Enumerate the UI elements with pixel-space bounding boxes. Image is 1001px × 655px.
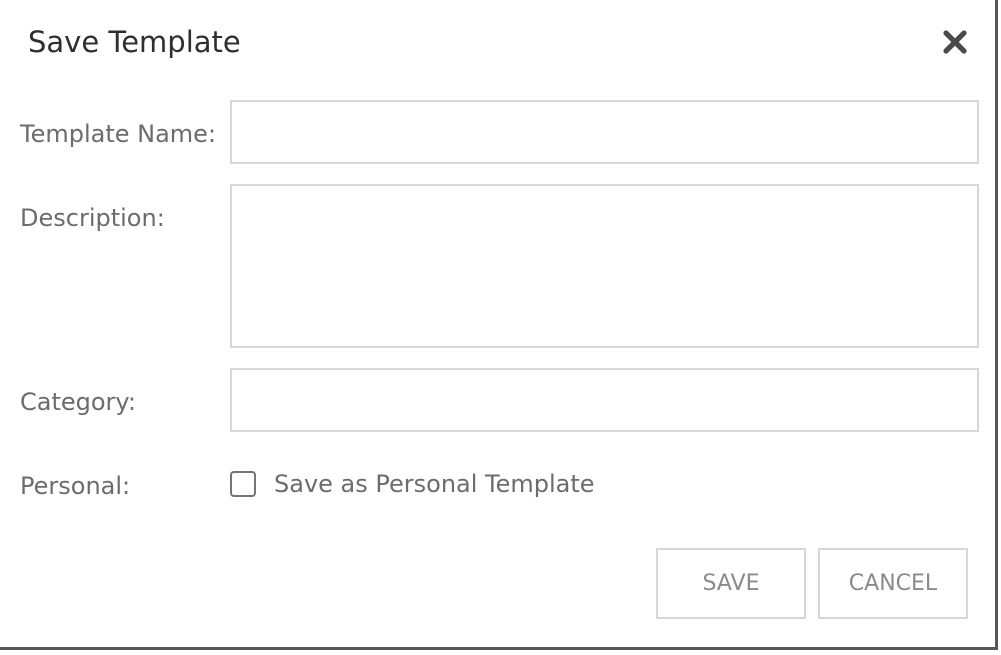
personal-label: Personal:	[20, 472, 131, 500]
template-name-input[interactable]	[230, 100, 979, 164]
template-name-label: Template Name:	[20, 120, 217, 148]
close-button[interactable]	[938, 25, 972, 59]
category-input[interactable]	[230, 368, 979, 432]
description-textarea[interactable]	[230, 184, 979, 348]
save-template-dialog: Save Template Template Name: Description…	[0, 0, 998, 650]
personal-template-checkbox-label: Save as Personal Template	[274, 470, 595, 498]
save-button[interactable]: SAVE	[656, 548, 806, 619]
personal-template-checkbox-row[interactable]: Save as Personal Template	[230, 469, 595, 499]
description-label: Description:	[20, 204, 165, 232]
cancel-button[interactable]: CANCEL	[818, 548, 968, 619]
close-icon	[943, 30, 967, 54]
dialog-title: Save Template	[28, 25, 241, 59]
personal-template-checkbox[interactable]	[230, 471, 256, 497]
category-label: Category:	[20, 388, 136, 416]
